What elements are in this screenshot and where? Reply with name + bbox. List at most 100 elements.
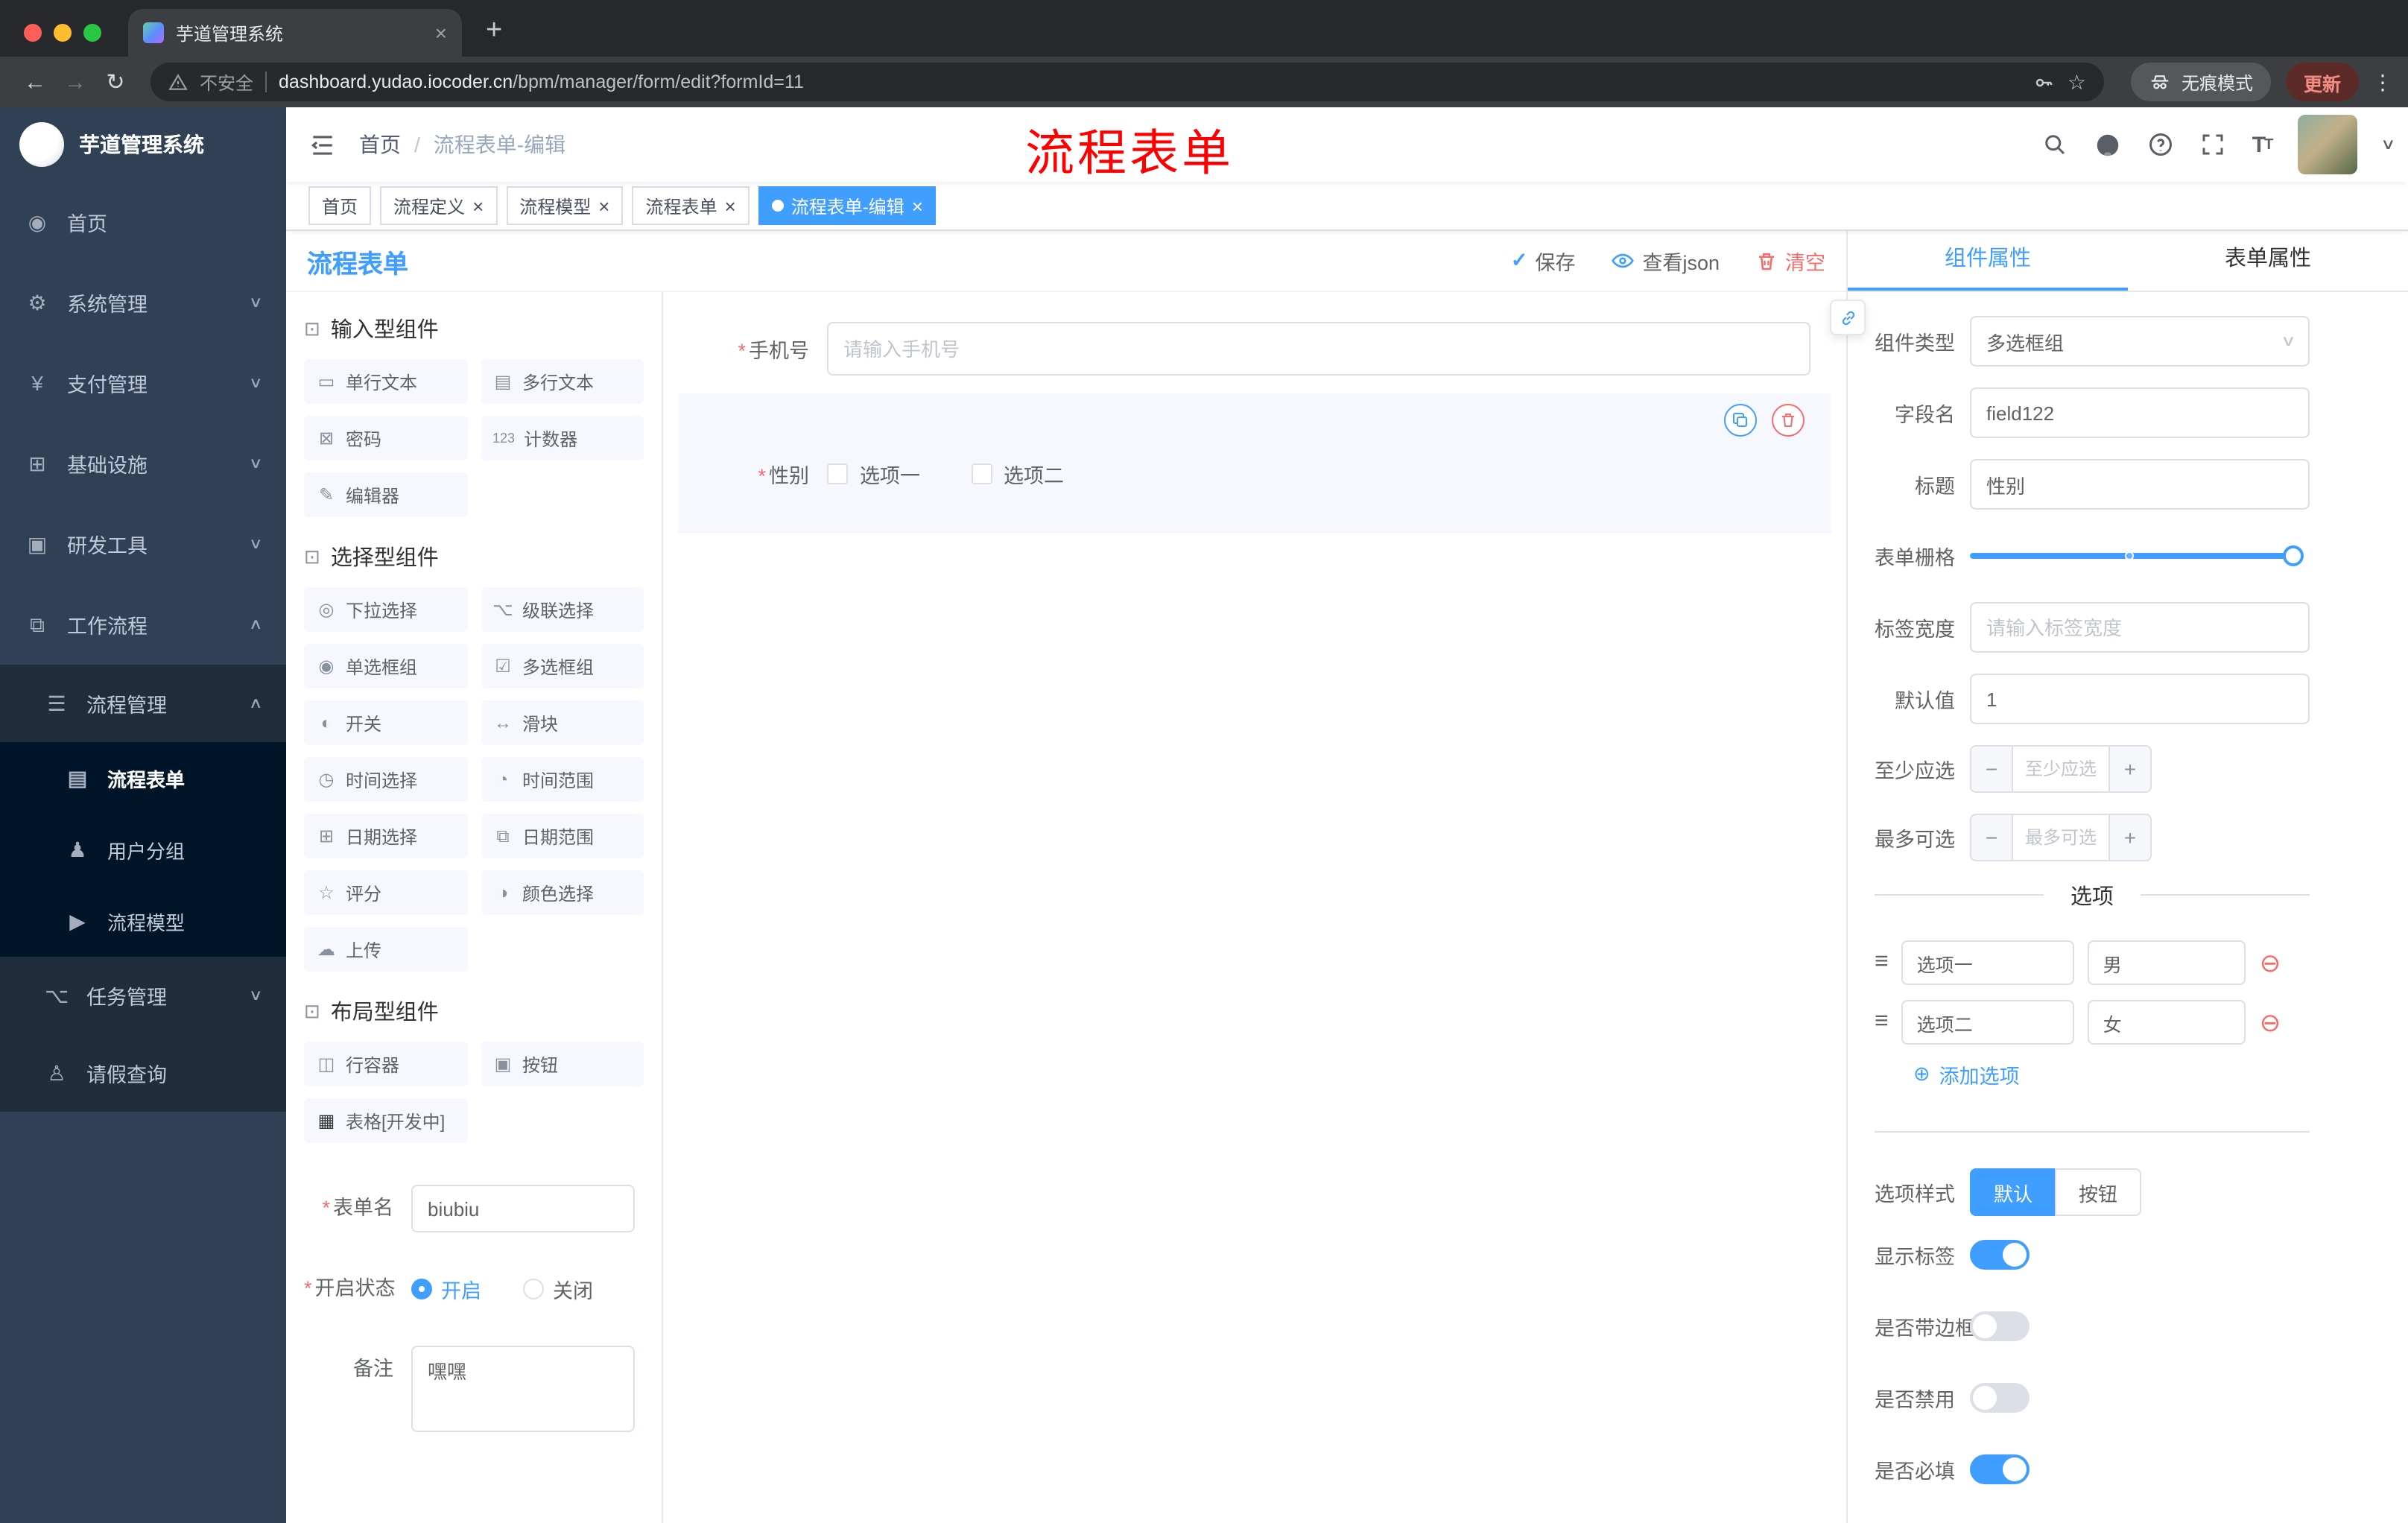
link-button[interactable] bbox=[1830, 300, 1866, 335]
tag-process-form-edit[interactable]: 流程表单-编辑 × bbox=[758, 186, 937, 225]
clear-button[interactable]: 清空 bbox=[1755, 246, 1825, 276]
tab-close-icon[interactable]: × bbox=[435, 22, 447, 43]
palette-item-table[interactable]: ▦ 表格[开发中] bbox=[304, 1098, 467, 1143]
sidebar-item-process-management[interactable]: ☰ 流程管理 ∧ bbox=[0, 665, 286, 742]
delete-field-button[interactable] bbox=[1772, 404, 1805, 437]
sidebar-item-dev-tools[interactable]: ▣ 研发工具 ∨ bbox=[0, 504, 286, 584]
max-select-input[interactable] bbox=[2013, 815, 2108, 860]
back-button[interactable]: ← bbox=[15, 71, 55, 93]
fullscreen-icon[interactable] bbox=[2200, 131, 2227, 158]
option-label-input[interactable] bbox=[1901, 1000, 2075, 1045]
palette-item-date-range[interactable]: ⧉ 日期范围 bbox=[481, 814, 644, 858]
title-input[interactable] bbox=[1970, 459, 2310, 510]
sidebar-item-system-management[interactable]: ⚙ 系统管理 ∨ bbox=[0, 262, 286, 343]
tag-close-icon[interactable]: × bbox=[472, 196, 484, 215]
tag-process-definition[interactable]: 流程定义 × bbox=[380, 186, 498, 225]
field-name-input[interactable] bbox=[1970, 387, 2310, 438]
palette-item-row-container[interactable]: ◫ 行容器 bbox=[304, 1042, 467, 1086]
view-json-button[interactable]: 查看json bbox=[1611, 246, 1720, 276]
radio-open[interactable] bbox=[411, 1279, 432, 1299]
avatar-caret-icon[interactable]: ∨ bbox=[2380, 136, 2395, 153]
checkbox-option-one[interactable] bbox=[827, 463, 848, 484]
tab-form-props[interactable]: 表单属性 bbox=[2128, 231, 2408, 291]
save-button[interactable]: ✓ 保存 bbox=[1511, 246, 1576, 276]
checkbox-option-two-label[interactable]: 选项二 bbox=[1004, 459, 1064, 489]
palette-item-upload[interactable]: ☁ 上传 bbox=[304, 927, 467, 972]
tag-process-model[interactable]: 流程模型 × bbox=[506, 186, 624, 225]
window-close-button[interactable] bbox=[24, 24, 42, 42]
palette-item-date-picker[interactable]: ⊞ 日期选择 bbox=[304, 814, 467, 858]
forward-button[interactable]: → bbox=[55, 71, 95, 93]
tag-process-form[interactable]: 流程表单 × bbox=[632, 186, 750, 225]
sidebar-item-task-management[interactable]: ⌥ 任务管理 ∨ bbox=[0, 957, 286, 1034]
tag-close-icon[interactable]: × bbox=[725, 196, 736, 215]
palette-item-cascader[interactable]: ⌥ 级联选择 bbox=[481, 587, 644, 632]
form-remark-textarea[interactable]: 嘿嘿 bbox=[411, 1346, 635, 1432]
tag-close-icon[interactable]: × bbox=[598, 196, 609, 215]
option-label-input[interactable] bbox=[1901, 940, 2075, 985]
search-icon[interactable] bbox=[2042, 131, 2069, 158]
canvas-field-phone[interactable]: * 手机号 bbox=[678, 322, 1831, 376]
sidebar-item-leave-query[interactable]: ♙ 请假查询 bbox=[0, 1034, 286, 1112]
drag-handle-icon[interactable]: ≡ bbox=[1875, 1010, 1889, 1034]
breadcrumb-home[interactable]: 首页 bbox=[359, 130, 401, 159]
sidebar-item-user-group[interactable]: ♟ 用户分组 bbox=[0, 814, 286, 885]
checkbox-option-one-label[interactable]: 选项一 bbox=[860, 459, 920, 489]
tab-component-props[interactable]: 组件属性 bbox=[1848, 231, 2128, 291]
sidebar-item-infrastructure[interactable]: ⊞ 基础设施 ∨ bbox=[0, 423, 286, 504]
remove-option-button[interactable]: ⊖ bbox=[2260, 950, 2281, 975]
palette-item-time-range[interactable]: ◔ 时间范围 bbox=[481, 757, 644, 802]
slider-track[interactable] bbox=[1970, 545, 2304, 566]
window-zoom-button[interactable] bbox=[83, 24, 101, 42]
palette-item-checkbox-group[interactable]: ☑ 多选框组 bbox=[481, 644, 644, 688]
palette-item-password[interactable]: ⊠ 密码 bbox=[304, 416, 467, 460]
sidebar-item-home[interactable]: ◉ 首页 bbox=[0, 182, 286, 262]
form-name-input[interactable] bbox=[411, 1185, 635, 1232]
radio-open-label[interactable]: 开启 bbox=[441, 1274, 481, 1304]
decrease-button[interactable]: − bbox=[1971, 747, 2013, 791]
component-type-select[interactable]: 多选框组 ∨ bbox=[1970, 316, 2310, 367]
help-icon[interactable] bbox=[2148, 131, 2175, 158]
palette-item-time-picker[interactable]: ◷ 时间选择 bbox=[304, 757, 467, 802]
tag-home[interactable]: 首页 bbox=[308, 186, 372, 225]
form-grid-slider[interactable] bbox=[1970, 531, 2310, 581]
palette-item-color-picker[interactable]: ◑ 颜色选择 bbox=[481, 870, 644, 915]
radio-closed[interactable] bbox=[523, 1279, 544, 1299]
bookmark-star-icon[interactable]: ☆ bbox=[2068, 69, 2086, 95]
font-size-icon[interactable]: TT bbox=[2252, 132, 2274, 157]
user-avatar[interactable] bbox=[2297, 115, 2357, 174]
canvas-field-gender-selected[interactable]: * 性别 选项一 选项二 bbox=[678, 393, 1831, 533]
radio-closed-label[interactable]: 关闭 bbox=[553, 1274, 593, 1304]
palette-item-button[interactable]: ▣ 按钮 bbox=[481, 1042, 644, 1086]
option-value-input[interactable] bbox=[2088, 940, 2246, 985]
option-value-input[interactable] bbox=[2088, 1000, 2246, 1045]
github-icon[interactable] bbox=[2094, 130, 2123, 159]
remove-option-button[interactable]: ⊖ bbox=[2260, 1010, 2281, 1035]
checkbox-option-two[interactable] bbox=[971, 463, 992, 484]
sidebar-collapse-button[interactable] bbox=[286, 130, 359, 159]
browser-update-button[interactable]: 更新 bbox=[2285, 63, 2359, 101]
drag-handle-icon[interactable]: ≡ bbox=[1875, 950, 1889, 975]
required-switch[interactable] bbox=[1970, 1454, 2030, 1484]
sidebar-item-process-form[interactable]: ▤ 流程表单 bbox=[0, 742, 286, 814]
palette-item-switch[interactable]: ◐ 开关 bbox=[304, 700, 467, 745]
tag-close-icon[interactable]: × bbox=[912, 196, 923, 215]
sidebar-item-process-model[interactable]: ▶ 流程模型 bbox=[0, 885, 286, 957]
increase-button[interactable]: + bbox=[2108, 747, 2150, 791]
sidebar-item-workflow[interactable]: ⧉ 工作流程 ∧ bbox=[0, 584, 286, 665]
sidebar-item-payment-management[interactable]: ¥ 支付管理 ∨ bbox=[0, 343, 286, 423]
add-option-button[interactable]: ⊕ 添加选项 bbox=[1913, 1060, 2310, 1089]
increase-button[interactable]: + bbox=[2108, 815, 2150, 860]
palette-item-multi-line-text[interactable]: ▤ 多行文本 bbox=[481, 359, 644, 404]
palette-item-radio-group[interactable]: ◉ 单选框组 bbox=[304, 644, 467, 688]
default-value-input[interactable] bbox=[1970, 674, 2310, 724]
phone-input[interactable] bbox=[827, 322, 1810, 376]
palette-item-editor[interactable]: ✎ 编辑器 bbox=[304, 472, 467, 517]
address-bar[interactable]: 不安全 dashboard.yudao.iocoder.cn/bpm/manag… bbox=[150, 63, 2104, 101]
palette-item-slider[interactable]: ↔ 滑块 bbox=[481, 700, 644, 745]
new-tab-button[interactable]: + bbox=[486, 16, 502, 45]
canvas-field-gender[interactable]: * 性别 选项一 选项二 bbox=[678, 447, 1831, 501]
key-icon[interactable] bbox=[2033, 71, 2056, 93]
palette-item-dropdown[interactable]: ◎ 下拉选择 bbox=[304, 587, 467, 632]
palette-item-counter[interactable]: 123 计数器 bbox=[481, 416, 644, 460]
